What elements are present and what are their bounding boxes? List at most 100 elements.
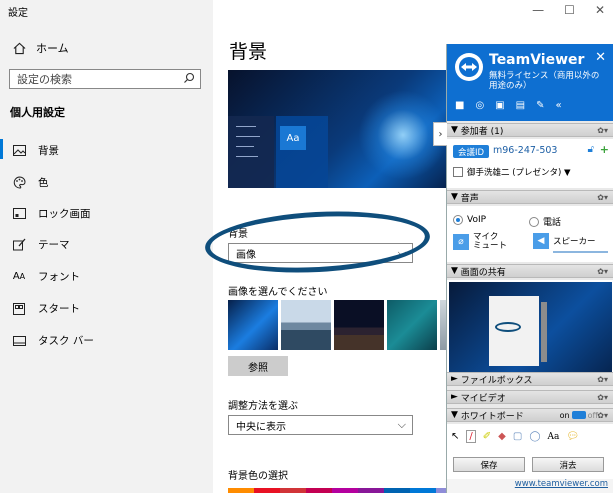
speaker-icon: ◀ [533, 233, 549, 249]
lock-screen-icon [12, 207, 26, 221]
section-toggle-icon: ► [451, 374, 461, 384]
highlighter-icon[interactable]: ✐ [483, 431, 491, 442]
speech-bubble-icon[interactable]: 💬︎ [566, 431, 579, 442]
browse-button[interactable]: 参照 [228, 356, 288, 376]
my-video-title: マイビデオ [460, 393, 506, 404]
nav-item-background[interactable]: 背景 [0, 139, 59, 159]
teamviewer-toolbar: ■ ◎ ▣ ▤ ✎ « [455, 100, 562, 111]
audio-header[interactable]: ▼ 音声 ✿▾ [447, 190, 613, 204]
gear-icon[interactable]: ✿▾ [597, 411, 608, 420]
picture-thumb[interactable] [387, 300, 437, 350]
section-toggle-icon: ▼ [451, 192, 461, 202]
filebox-header[interactable]: ► ファイルボックス ✿▾ [447, 372, 613, 386]
nav-item-color[interactable]: 色 [12, 175, 49, 190]
gear-icon[interactable]: ✿▾ [597, 375, 608, 384]
ellipse-icon[interactable]: ◯ [529, 431, 540, 442]
speaker-volume-slider[interactable] [553, 251, 608, 253]
whiteboard-tools: ↖ / ✐ ◆ ▢ ◯ Aa 💬︎ [451, 430, 579, 443]
minimize-icon[interactable]: — [532, 3, 544, 17]
screen-share-title: 画面の共有 [460, 267, 506, 278]
pointer-icon[interactable]: ↖ [451, 431, 459, 442]
mic-state: ミュート [473, 241, 508, 251]
nav-home-label: ホーム [36, 42, 69, 55]
nav-item-themes[interactable]: テーマ [12, 237, 70, 252]
nav-item-lock-screen[interactable]: ロック画面 [12, 206, 91, 221]
picture-thumb[interactable] [281, 300, 331, 350]
search-icon [183, 72, 195, 87]
search-placeholder: 設定の検索 [17, 73, 72, 86]
rectangle-icon[interactable]: ▢ [513, 431, 522, 442]
mic-text: マイク ミュート [473, 233, 507, 251]
teamviewer-website-link[interactable]: www.teamviewer.com [447, 479, 613, 493]
close-icon[interactable]: ✕ [595, 50, 606, 65]
nav-item-label: タスク バー [38, 335, 94, 347]
section-toggle-icon: ▼ [451, 410, 461, 420]
headset-icon[interactable]: ◎ [475, 100, 484, 111]
pen-icon[interactable]: / [466, 430, 476, 443]
whiteboard-icon[interactable]: ✎ [536, 100, 544, 111]
taskbar-icon [12, 334, 26, 348]
gear-icon[interactable]: ✿▾ [597, 393, 608, 402]
maximize-icon[interactable]: ☐ [564, 3, 575, 17]
radio-off [529, 216, 539, 227]
radio-on [453, 215, 463, 225]
meeting-id-badge: 会議ID [453, 145, 490, 158]
picture-thumb[interactable] [334, 300, 384, 350]
microphone-muted-icon: ⌀ [453, 234, 469, 250]
settings-search-input[interactable]: 設定の検索 [9, 69, 201, 89]
window-title: 設定 [8, 8, 28, 19]
choose-picture-label: 画像を選んでください [228, 287, 328, 298]
teamviewer-header: TeamViewer 無料ライセンス（商用以外の用途のみ） ✕ ■ ◎ ▣ ▤ … [447, 44, 613, 121]
participant-row[interactable]: 御手洗雄二 (プレゼンタ) ▼ [453, 166, 571, 178]
speaker-control[interactable]: ◀ スピーカー [533, 233, 596, 249]
background-preview: Aa [228, 70, 449, 188]
participants-header[interactable]: ▼ 参加者 (1) ✿▾ [447, 123, 613, 137]
screen-share-body [447, 280, 613, 376]
whiteboard-toggle[interactable]: on off [560, 411, 598, 420]
add-participant-icon[interactable]: + [600, 143, 609, 156]
preview-sample-text: Aa [280, 126, 306, 150]
text-icon[interactable]: Aa [548, 432, 560, 442]
page-title: 背景 [229, 41, 268, 63]
window-controls: — ☐ ✕ [532, 3, 605, 17]
theme-brush-icon [12, 238, 26, 252]
nav-item-label: フォント [38, 271, 80, 283]
files-icon[interactable]: ▤ [516, 100, 525, 111]
license-text: 無料ライセンス（商用以外の用途のみ） [489, 71, 600, 91]
nav-item-label: ロック画面 [38, 208, 91, 220]
video-icon[interactable]: ■ [455, 100, 464, 111]
gear-icon[interactable]: ✿▾ [597, 267, 608, 276]
chat-icon[interactable]: ▣ [495, 100, 504, 111]
microphone-control[interactable]: ⌀ マイク ミュート [453, 233, 507, 251]
screen-share-header[interactable]: ▼ 画面の共有 ✿▾ [447, 264, 613, 278]
eraser-icon[interactable]: ◆ [498, 431, 506, 442]
nav-home[interactable]: ホーム [12, 40, 69, 56]
whiteboard-header[interactable]: ▼ ホワイトボード on off ✿▾ [447, 408, 613, 422]
chevron-down-icon: ⌵ [397, 418, 406, 431]
gear-icon[interactable]: ✿▾ [597, 126, 608, 135]
fit-label: 調整方法を選ぶ [228, 401, 298, 412]
picture-thumb[interactable] [228, 300, 278, 350]
voip-radio[interactable]: VoIP [453, 215, 486, 225]
nav-item-fonts[interactable]: AA フォント [12, 269, 80, 284]
lock-icon[interactable]: 🔓︎ [588, 144, 594, 155]
nav-item-start[interactable]: スタート [12, 301, 80, 316]
fit-select[interactable]: 中央に表示 ⌵ [228, 415, 413, 435]
collapse-icon[interactable]: « [555, 100, 561, 111]
palette-icon [12, 176, 26, 190]
phone-radio[interactable]: 電話 [529, 215, 561, 228]
teamviewer-panel: › TeamViewer 無料ライセンス（商用以外の用途のみ） ✕ ■ ◎ ▣ … [433, 44, 613, 493]
voip-label: VoIP [467, 215, 487, 225]
clear-button[interactable]: 消去 [532, 457, 604, 472]
save-button[interactable]: 保存 [453, 457, 525, 472]
nav-item-taskbar[interactable]: タスク バー [12, 333, 94, 348]
preview-start-menu [228, 116, 274, 188]
participant-name: 御手洗雄二 (プレゼンタ) ▼ [467, 168, 571, 178]
my-video-header[interactable]: ► マイビデオ ✿▾ [447, 390, 613, 404]
collapse-arrow-icon[interactable]: › [433, 122, 447, 146]
whiteboard-body: ↖ / ✐ ◆ ▢ ◯ Aa 💬︎ 保存 消去 [447, 424, 613, 479]
gear-icon[interactable]: ✿▾ [597, 193, 608, 202]
background-color-label: 背景色の選択 [228, 471, 288, 482]
close-icon[interactable]: ✕ [595, 3, 605, 17]
fit-value: 中央に表示 [236, 421, 286, 433]
